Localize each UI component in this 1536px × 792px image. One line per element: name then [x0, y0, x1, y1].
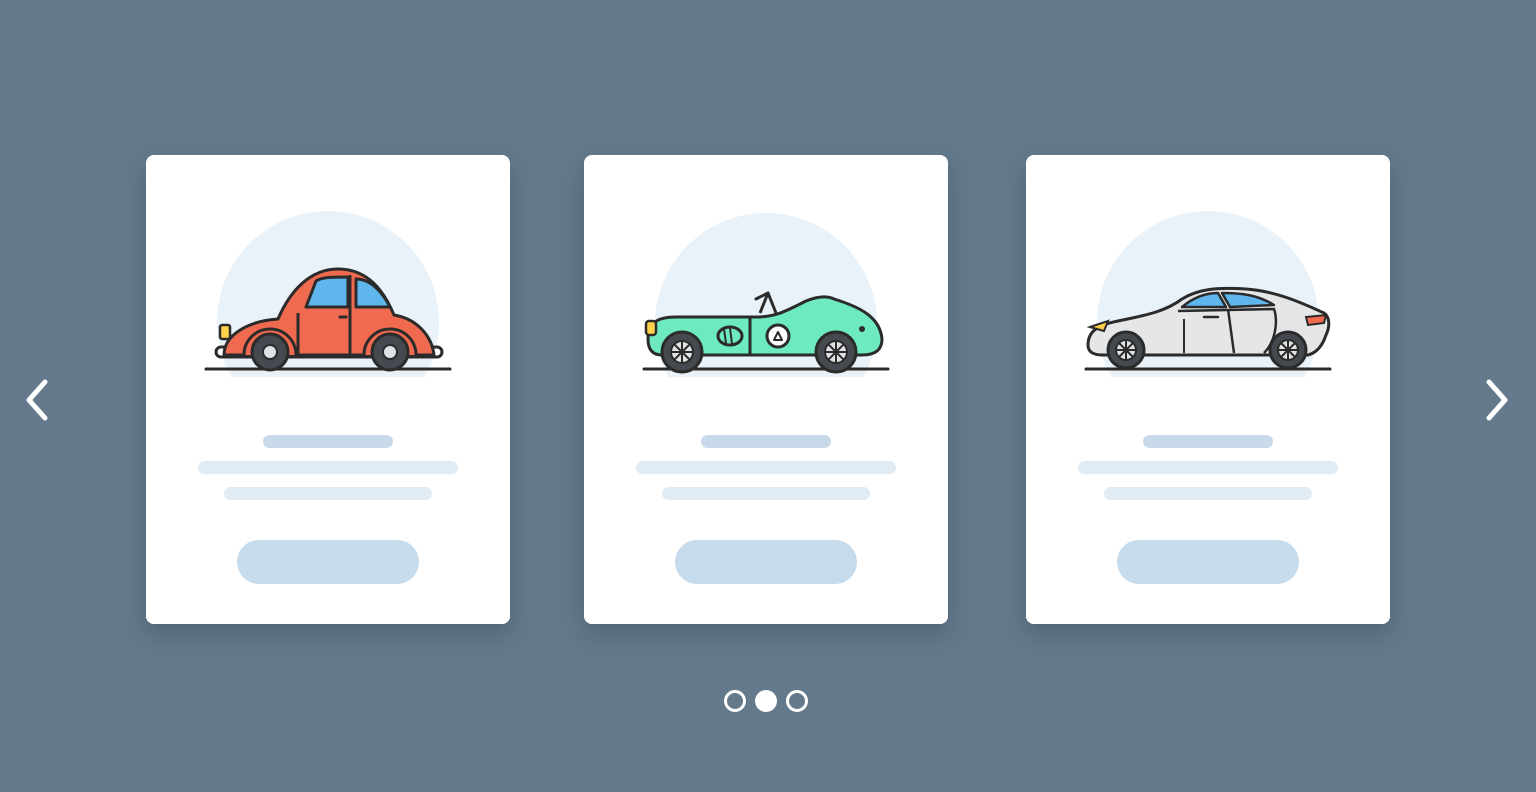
card-text-placeholder	[198, 461, 458, 474]
pagination-dot[interactable]	[724, 690, 746, 712]
car-carousel	[0, 0, 1536, 792]
carousel-next-button[interactable]	[1474, 376, 1518, 424]
card-action-button[interactable]	[237, 540, 419, 584]
card-action-button[interactable]	[675, 540, 857, 584]
chevron-left-icon	[26, 379, 48, 421]
sports-car-icon	[1078, 255, 1338, 385]
card-text-placeholder	[662, 487, 870, 500]
card-title-placeholder	[701, 435, 831, 448]
card-text-placeholder	[636, 461, 896, 474]
card-text-placeholder	[224, 487, 432, 500]
card-text-placeholder	[1078, 461, 1338, 474]
roadster-car-icon	[636, 255, 896, 385]
card-title-placeholder	[263, 435, 393, 448]
pagination-dot[interactable]	[786, 690, 808, 712]
carousel-card[interactable]	[146, 155, 510, 624]
card-text-placeholder	[1104, 487, 1312, 500]
carousel-card[interactable]	[584, 155, 948, 624]
chevron-right-icon	[1486, 379, 1508, 421]
carousel-pagination	[724, 690, 810, 712]
card-action-button[interactable]	[1117, 540, 1299, 584]
beetle-car-icon	[198, 255, 458, 385]
carousel-prev-button[interactable]	[16, 376, 60, 424]
pagination-dot-active[interactable]	[755, 690, 777, 712]
carousel-card[interactable]	[1026, 155, 1390, 624]
card-title-placeholder	[1143, 435, 1273, 448]
